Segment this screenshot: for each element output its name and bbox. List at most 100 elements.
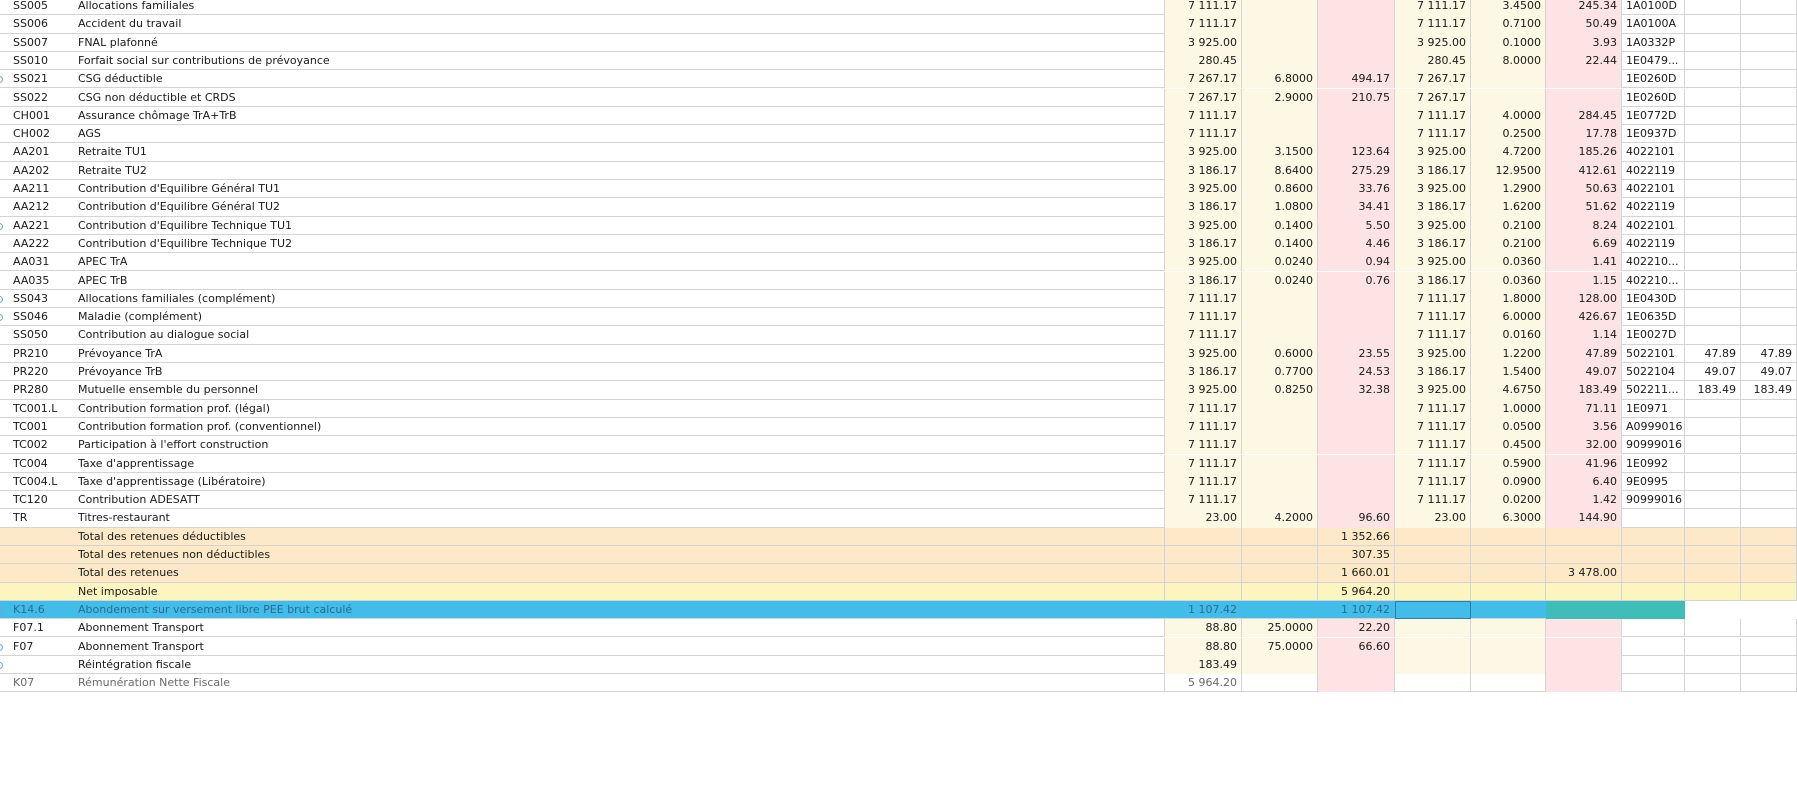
table-row[interactable]: TC120 Contribution ADESATT 7 111.17 7 111.1…: [0, 491, 1797, 510]
row-base-employer[interactable]: [1395, 546, 1471, 565]
row-rate-employee[interactable]: [1242, 125, 1318, 144]
row-account[interactable]: [1622, 600, 1685, 620]
row-label[interactable]: Total des retenues déductibles: [74, 527, 1165, 546]
row-account[interactable]: 4022101: [1622, 216, 1685, 235]
table-row[interactable]: AA211 Contribution d'Equilibre Général TU…: [0, 180, 1797, 199]
row-amount-employer[interactable]: 47.89: [1546, 344, 1622, 363]
row-base[interactable]: 7 111.17: [1165, 491, 1242, 510]
row-amount-employee[interactable]: [1318, 399, 1395, 418]
row-code[interactable]: PR220: [8, 363, 74, 381]
row-base-employer[interactable]: [1395, 674, 1471, 693]
row-account[interactable]: [1622, 674, 1685, 693]
row-extra-2[interactable]: [1741, 253, 1797, 272]
row-rate-employer[interactable]: 0.1000: [1471, 33, 1546, 52]
table-row[interactable]: SS006 Accident du travail 7 111.17 7 111.17…: [0, 15, 1797, 34]
row-base-employer[interactable]: 3 186.17: [1395, 198, 1471, 217]
row-base[interactable]: 7 267.17: [1165, 70, 1242, 89]
row-extra-2[interactable]: [1741, 0, 1797, 16]
row-extra-1[interactable]: [1685, 180, 1741, 199]
row-base-employer[interactable]: 7 111.17: [1395, 454, 1471, 473]
row-amount-employer[interactable]: 412.61: [1546, 161, 1622, 180]
row-base[interactable]: 7 111.17: [1165, 417, 1242, 437]
row-amount-employee[interactable]: [1318, 106, 1395, 126]
row-rate-employer[interactable]: [1471, 88, 1546, 107]
row-extra-2[interactable]: [1741, 180, 1797, 199]
row-rate-employee[interactable]: 0.0240: [1242, 271, 1318, 290]
row-base-employer[interactable]: 7 267.17: [1395, 70, 1471, 89]
row-rate-employee[interactable]: [1242, 527, 1318, 546]
row-extra-2[interactable]: [1741, 106, 1797, 126]
row-code[interactable]: SS021: [8, 70, 74, 88]
row-amount-employer[interactable]: 1.15: [1546, 271, 1622, 290]
comment-indicator-icon[interactable]: [0, 295, 3, 303]
row-amount-employer[interactable]: [1546, 582, 1622, 601]
row-amount-employee[interactable]: 0.76: [1318, 271, 1395, 290]
row-label[interactable]: CSG déductible: [74, 70, 1165, 89]
row-rate-employee[interactable]: [1242, 454, 1318, 473]
row-extra-2[interactable]: [1741, 51, 1797, 71]
row-rate-employee[interactable]: [1242, 106, 1318, 126]
row-base-employer[interactable]: 3 925.00: [1395, 381, 1471, 400]
row-label[interactable]: Contribution formation prof. (légal): [74, 399, 1165, 418]
row-extra-1[interactable]: [1685, 564, 1741, 583]
row-extra-2[interactable]: [1741, 271, 1797, 290]
row-label[interactable]: Abondement sur versement libre PEE brut …: [74, 601, 1165, 619]
row-label[interactable]: Prévoyance TrB: [74, 363, 1165, 382]
table-row[interactable]: AA222 Contribution d'Equilibre Technique …: [0, 234, 1797, 254]
row-extra-2[interactable]: [1741, 472, 1797, 492]
row-extra-2[interactable]: [1741, 161, 1797, 180]
row-base[interactable]: 7 111.17: [1165, 436, 1242, 455]
row-extra-2[interactable]: [1741, 619, 1797, 638]
row-label[interactable]: Net imposable: [74, 582, 1165, 601]
row-label[interactable]: Mutuelle ensemble du personnel: [74, 381, 1165, 400]
row-amount-employer[interactable]: 185.26: [1546, 143, 1622, 162]
row-account[interactable]: 1E0260D: [1622, 88, 1685, 107]
row-label[interactable]: CSG non déductible et CRDS: [74, 88, 1165, 107]
row-account[interactable]: [1622, 619, 1685, 638]
row-amount-employee[interactable]: [1318, 674, 1395, 693]
row-extra-2[interactable]: 47.89: [1741, 344, 1797, 363]
row-amount-employer[interactable]: 6.40: [1546, 472, 1622, 492]
row-base-employer[interactable]: 7 111.17: [1395, 106, 1471, 126]
row-rate-employer[interactable]: 0.7100: [1471, 15, 1546, 34]
row-account[interactable]: 90999016: [1622, 491, 1685, 510]
row-extra-1[interactable]: [1685, 33, 1741, 52]
row-label[interactable]: Contribution d'Equilibre Technique TU1: [74, 216, 1165, 235]
row-base-employer[interactable]: 7 111.17: [1395, 308, 1471, 327]
row-amount-employee[interactable]: 1 660.01: [1318, 564, 1395, 583]
row-extra-2[interactable]: [1741, 143, 1797, 162]
row-base-employer[interactable]: [1395, 637, 1471, 656]
row-base-employer[interactable]: 7 111.17: [1395, 399, 1471, 418]
row-base-employer[interactable]: 3 186.17: [1395, 161, 1471, 180]
row-extra-2[interactable]: [1741, 15, 1797, 34]
row-code[interactable]: CH001: [8, 107, 74, 125]
table-row[interactable]: SS007 FNAL plafonné 3 925.00 3 925.00 0.1000…: [0, 33, 1797, 52]
row-rate-employee[interactable]: [1242, 601, 1318, 619]
row-base[interactable]: 7 111.17: [1165, 0, 1242, 16]
row-extra-1[interactable]: [1685, 582, 1741, 601]
row-extra-1[interactable]: [1685, 619, 1741, 638]
row-code[interactable]: SS046: [8, 308, 74, 326]
row-code[interactable]: SS010: [8, 52, 74, 70]
row-base[interactable]: [1165, 527, 1242, 546]
row-code[interactable]: PR280: [8, 381, 74, 399]
row-rate-employee[interactable]: [1242, 564, 1318, 583]
row-rate-employer[interactable]: 6.3000: [1471, 509, 1546, 528]
row-account[interactable]: 1A0100D: [1622, 0, 1685, 16]
row-base[interactable]: 3 925.00: [1165, 253, 1242, 272]
row-base-employer[interactable]: 23.00: [1395, 509, 1471, 528]
row-code[interactable]: TC001: [8, 418, 74, 436]
row-code[interactable]: SS005: [8, 0, 74, 15]
row-amount-employer[interactable]: [1546, 88, 1622, 107]
row-rate-employee[interactable]: 1.0800: [1242, 198, 1318, 217]
row-extra-1[interactable]: [1685, 527, 1741, 546]
row-base-employer[interactable]: 7 267.17: [1395, 88, 1471, 107]
row-amount-employer[interactable]: 51.62: [1546, 198, 1622, 217]
row-amount-employee[interactable]: 494.17: [1318, 70, 1395, 89]
row-extra-1[interactable]: [1685, 472, 1741, 492]
row-rate-employee[interactable]: [1242, 655, 1318, 675]
row-extra-1[interactable]: [1685, 637, 1741, 656]
row-rate-employee[interactable]: [1242, 399, 1318, 418]
row-base-employer[interactable]: 7 111.17: [1395, 326, 1471, 345]
table-row[interactable]: SS010 Forfait social sur contributions de…: [0, 51, 1797, 71]
